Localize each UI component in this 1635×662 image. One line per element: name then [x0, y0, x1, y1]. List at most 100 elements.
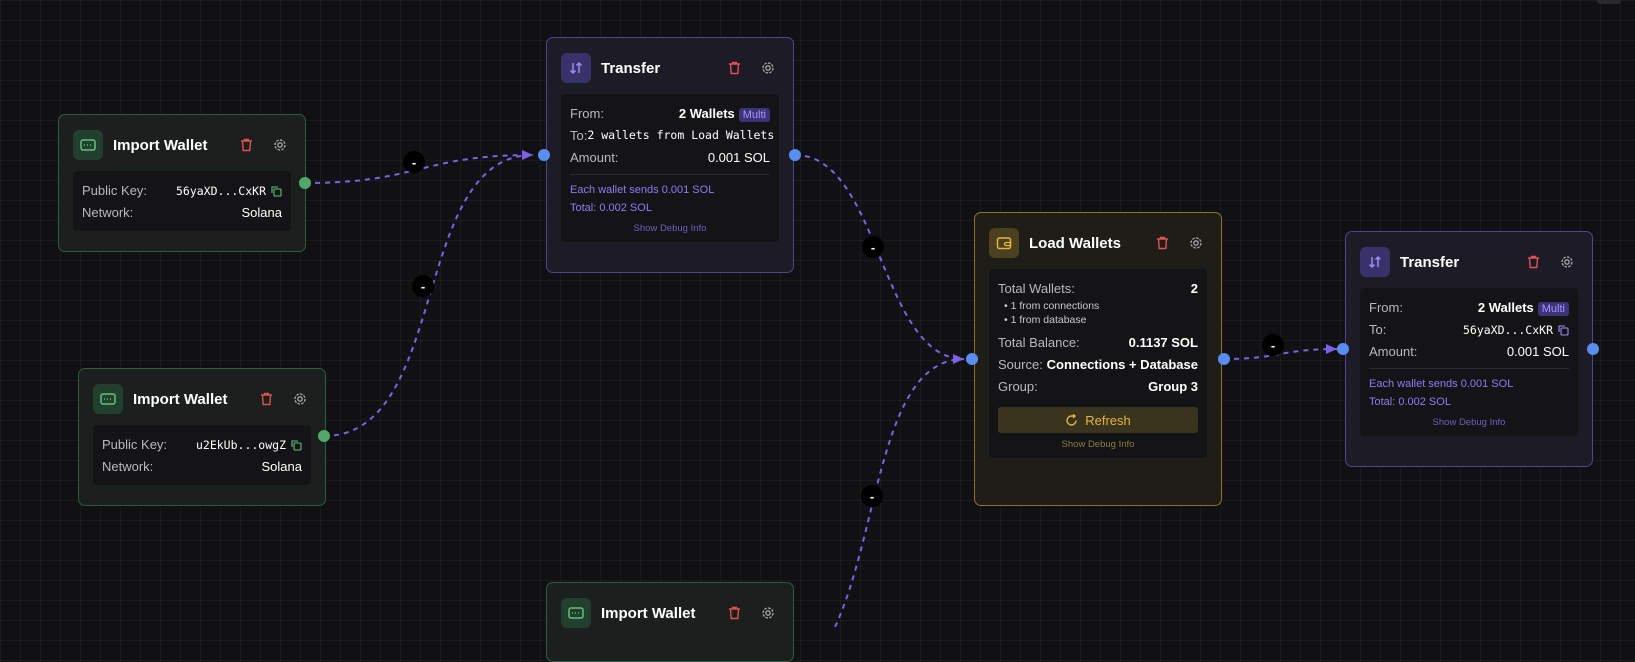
total-balance-value: 0.1137 SOL — [1128, 334, 1198, 350]
output-handle[interactable] — [1218, 353, 1230, 365]
trash-icon — [260, 392, 272, 406]
network-value: Solana — [241, 204, 282, 220]
gear-icon — [762, 62, 774, 74]
copy-icon[interactable] — [271, 186, 282, 197]
edge-arrow-1 — [522, 150, 533, 160]
node-title: Import Wallet — [113, 136, 208, 154]
refresh-label: Refresh — [1085, 412, 1131, 428]
edge-arrow-3 — [1326, 344, 1337, 354]
node-header: Transfer — [1360, 246, 1578, 278]
from-value: 2 Wallets — [1477, 299, 1534, 315]
edge-label[interactable]: - — [1262, 334, 1284, 356]
trash-icon — [1156, 236, 1168, 250]
delete-button[interactable] — [1522, 251, 1544, 273]
output-handle[interactable] — [789, 149, 801, 161]
edge-label[interactable]: - — [861, 485, 883, 507]
to-value: 56yaXD...CxKR — [1462, 322, 1553, 337]
gear-icon — [1561, 256, 1573, 268]
from-label: From: — [1369, 299, 1403, 315]
network-label: Network: — [82, 204, 134, 220]
wallet-card-icon — [73, 130, 103, 160]
node-title: Transfer — [601, 59, 661, 77]
output-handle[interactable] — [318, 430, 330, 442]
source-label: Source: — [998, 356, 1043, 372]
output-handle[interactable] — [299, 177, 311, 189]
from-label: From: — [570, 105, 604, 121]
node-header: Import Wallet — [561, 597, 779, 629]
node-header: Import Wallet — [73, 129, 291, 161]
node-title: Import Wallet — [601, 604, 696, 622]
transfer-node-1[interactable]: Transfer From: 2 Wallets Multi To: 2 walle… — [546, 37, 794, 273]
trash-icon — [240, 138, 252, 152]
edge-label[interactable]: - — [403, 151, 425, 173]
public-key-value: u2EkUb...owgZ — [195, 437, 286, 452]
delete-button[interactable] — [1151, 232, 1173, 254]
divider — [570, 174, 770, 175]
input-handle[interactable] — [1337, 343, 1349, 355]
delete-button[interactable] — [255, 388, 277, 410]
to-label: To: — [570, 127, 588, 143]
edge-import3-load[interactable] — [834, 358, 965, 627]
import-wallet-node-3[interactable]: Import Wallet — [546, 582, 794, 662]
input-handle[interactable] — [966, 353, 978, 365]
wallet-card-icon — [93, 384, 123, 414]
network-label: Network: — [102, 458, 154, 474]
settings-button[interactable] — [757, 602, 779, 624]
from-value: 2 Wallets — [678, 105, 735, 121]
to-label: To: — [1369, 321, 1387, 337]
edge-transfer1-load[interactable] — [794, 154, 965, 360]
wallet-card-icon — [561, 598, 591, 628]
gear-icon — [1190, 237, 1202, 249]
show-debug-info-link[interactable]: Show Debug Info — [1369, 417, 1569, 428]
output-handle[interactable] — [1587, 343, 1599, 355]
settings-button[interactable] — [1185, 232, 1207, 254]
trash-icon — [728, 61, 740, 75]
amount-label: Amount: — [1369, 343, 1418, 359]
node-title: Load Wallets — [1029, 234, 1121, 252]
node-body: Public Key: u2EkUb...owgZ Network: Solana — [93, 425, 311, 485]
delete-button[interactable] — [723, 57, 745, 79]
trash-icon — [1527, 255, 1539, 269]
gear-icon — [294, 393, 306, 405]
multi-badge: Multi — [1537, 301, 1569, 316]
info-total: Total: 0.002 SOL — [1369, 396, 1451, 408]
refresh-button[interactable]: Refresh — [998, 407, 1198, 433]
show-debug-info-link[interactable]: Show Debug Info — [998, 439, 1198, 450]
settings-button[interactable] — [289, 388, 311, 410]
multi-badge: Multi — [738, 107, 770, 122]
load-wallets-node[interactable]: Load Wallets Total Wallets: 2 • 1 from co… — [974, 212, 1222, 506]
trash-icon — [728, 606, 740, 620]
delete-button[interactable] — [723, 602, 745, 624]
source-breakdown-item: • 1 from database — [1004, 314, 1087, 326]
copy-icon[interactable] — [291, 440, 302, 451]
public-key-value: 56yaXD...CxKR — [175, 183, 266, 198]
edge-label[interactable]: - — [862, 236, 884, 258]
delete-button[interactable] — [235, 134, 257, 156]
divider — [1369, 368, 1569, 369]
import-wallet-node-2[interactable]: Import Wallet Public Key: u2EkUb...owgZ … — [78, 368, 326, 506]
node-title: Transfer — [1400, 253, 1460, 271]
to-value: 2 wallets from Load Wallets — [587, 128, 775, 142]
node-body: From: 2 Wallets Multi To: 2 wallets from L… — [561, 94, 779, 242]
public-key-label: Public Key: — [102, 436, 168, 452]
import-wallet-node-1[interactable]: Import Wallet Public Key: 56yaXD...CxKR … — [58, 114, 306, 252]
transfer-node-2[interactable]: Transfer From: 2 Wallets Multi To: 56yaXD… — [1345, 231, 1593, 467]
input-handle[interactable] — [538, 149, 550, 161]
settings-button[interactable] — [757, 57, 779, 79]
node-header: Import Wallet — [93, 383, 311, 415]
node-title: Import Wallet — [133, 390, 228, 408]
copy-icon[interactable] — [1558, 325, 1569, 336]
flow-canvas[interactable]: - - - - - Import Wallet Public Key: 56ya… — [0, 0, 1635, 662]
node-header: Load Wallets — [989, 227, 1207, 259]
node-header: Transfer — [561, 52, 779, 84]
info-total: Total: 0.002 SOL — [570, 202, 652, 214]
gear-icon — [274, 139, 286, 151]
total-wallets-value: 2 — [1190, 280, 1198, 296]
settings-button[interactable] — [269, 134, 291, 156]
gear-icon — [762, 607, 774, 619]
amount-value: 0.001 SOL — [1506, 343, 1569, 359]
minimap-handle — [1597, 0, 1621, 4]
show-debug-info-link[interactable]: Show Debug Info — [570, 223, 770, 234]
settings-button[interactable] — [1556, 251, 1578, 273]
edge-label[interactable]: - — [412, 275, 434, 297]
